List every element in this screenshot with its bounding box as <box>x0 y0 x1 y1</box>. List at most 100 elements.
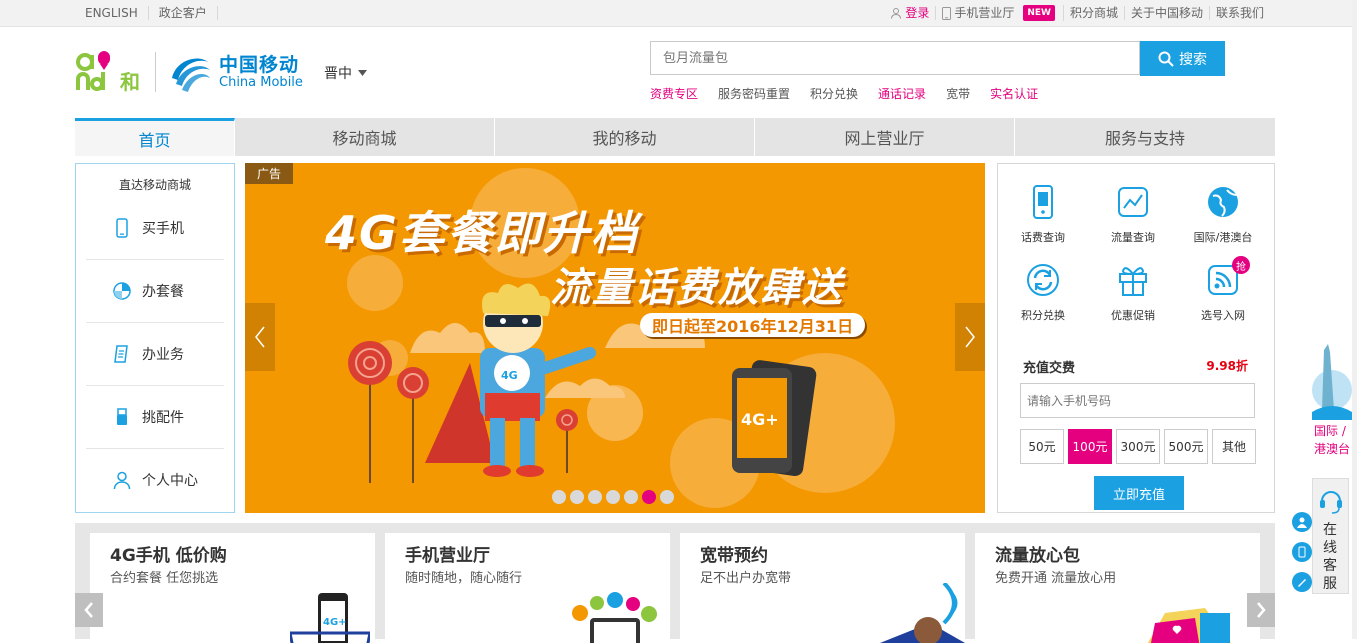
amount-100-selected[interactable]: 100元 <box>1068 429 1112 464</box>
promo-prev-button[interactable] <box>75 593 103 627</box>
recharge-discount: 9.98折 <box>1206 359 1248 373</box>
amount-50[interactable]: 50元 <box>1020 429 1064 464</box>
service-international[interactable]: 国际/港澳台 <box>1178 184 1268 254</box>
banner-dot[interactable] <box>606 490 620 504</box>
hot-link-points-exchange[interactable]: 积分兑换 <box>810 85 858 102</box>
ad-tag: 广告 <box>245 163 293 184</box>
top-bar-right: 登录 手机营业厅 NEW 积分商城 关于中国移动 联系我们 <box>884 0 1270 26</box>
main-nav: 首页 移动商城 我的移动 网上营业厅 服务与支持 <box>75 118 1275 156</box>
banner-dot[interactable] <box>570 490 584 504</box>
exchange-icon <box>1027 264 1059 296</box>
online-customer-service[interactable]: 在线客服 <box>1312 478 1349 594</box>
svg-text:4G: 4G <box>501 369 518 382</box>
international-float-line1: 国际 / <box>1314 424 1346 438</box>
promo-next-button[interactable] <box>1247 593 1275 627</box>
hot-link-password-reset[interactable]: 服务密码重置 <box>718 85 790 102</box>
china-mobile-logo[interactable]: 中国移动 China Mobile <box>168 50 308 94</box>
amount-300[interactable]: 300元 <box>1116 429 1160 464</box>
promo-banner[interactable]: 4G 4G+ 广告 4G套餐即升档 流量话费放肆送 即日起至2016年12月31… <box>245 163 985 513</box>
headset-icon <box>1320 491 1342 514</box>
amount-500[interactable]: 500元 <box>1164 429 1208 464</box>
service-label: 选号入网 <box>1201 309 1245 322</box>
banner-dot[interactable] <box>552 490 566 504</box>
promo-card-traffic-package[interactable]: 流量放心包 免费开通 流量放心用 <box>975 533 1260 643</box>
promo-card-4g-phone[interactable]: 4G手机 低价购 合约套餐 任您挑选 4G+ <box>90 533 375 643</box>
promo-subtitle: 合约套餐 任您挑选 <box>110 571 219 586</box>
promo-title: 4G手机 低价购 <box>110 546 227 566</box>
shortcut-personal-center[interactable]: 个人中心 <box>86 449 224 511</box>
banner-dot-active[interactable] <box>642 490 656 504</box>
logo-divider <box>155 52 156 92</box>
promo-card-mobile-hall[interactable]: 手机营业厅 随时随地，随心随行 <box>385 533 670 643</box>
tab-online-hall[interactable]: 网上营业厅 <box>755 118 1015 156</box>
globe-icon <box>1208 187 1238 217</box>
phone-cart-image: 4G+ <box>290 593 370 643</box>
banner-headline: 4G套餐即升档 <box>325 206 639 260</box>
international-float[interactable]: 国际 / 港澳台 <box>1310 340 1357 460</box>
new-badge: NEW <box>1023 5 1055 21</box>
and-logo[interactable]: 和 <box>76 48 144 94</box>
china-mobile-name-cn: 中国移动 <box>219 54 300 76</box>
app-icons-image <box>572 592 657 643</box>
document-icon <box>114 345 128 363</box>
tab-service-support[interactable]: 服务与支持 <box>1015 118 1275 156</box>
shortcut-plan[interactable]: 办套餐 <box>86 260 224 323</box>
svg-text:4G+: 4G+ <box>741 410 779 429</box>
mobile-hall-link[interactable]: 手机营业厅 NEW <box>936 5 1064 21</box>
banner-next-button[interactable] <box>955 303 985 371</box>
caret-down-icon <box>358 70 367 76</box>
page-scrollbar[interactable] <box>1352 0 1357 639</box>
shortcut-buy-phone[interactable]: 买手机 <box>86 197 224 260</box>
tab-my-mobile[interactable]: 我的移动 <box>495 118 755 156</box>
service-promotions[interactable]: 优惠促销 <box>1088 262 1178 332</box>
hot-link-broadband[interactable]: 宽带 <box>946 85 970 102</box>
phone-number-input[interactable] <box>1021 384 1254 417</box>
svg-text:4G+: 4G+ <box>323 617 347 628</box>
hot-link-tariff[interactable]: 资费专区 <box>650 85 698 102</box>
traffic-package-image <box>1147 608 1232 643</box>
chevron-right-icon <box>1257 602 1266 618</box>
amount-other[interactable]: 其他 <box>1212 429 1256 464</box>
customer-service-label: 在线客服 <box>1323 522 1337 592</box>
hot-link-real-name[interactable]: 实名认证 <box>990 85 1038 102</box>
side-phone-icon[interactable] <box>1292 542 1312 562</box>
recharge-button[interactable]: 立即充值 <box>1094 476 1184 510</box>
shortcut-label: 挑配件 <box>142 410 184 426</box>
service-traffic-query[interactable]: 流量查询 <box>1088 184 1178 254</box>
search-box <box>650 41 1140 75</box>
service-label: 话费查询 <box>1021 231 1065 244</box>
shortcut-accessories[interactable]: 挑配件 <box>86 386 224 449</box>
english-link[interactable]: ENGLISH <box>75 6 149 20</box>
about-link[interactable]: 关于中国移动 <box>1125 6 1210 20</box>
login-link[interactable]: 登录 <box>884 6 937 20</box>
region-selector[interactable]: 晋中 <box>324 63 367 83</box>
banner-dot[interactable] <box>588 490 602 504</box>
service-bill-query[interactable]: 话费查询 <box>998 184 1088 254</box>
region-label: 晋中 <box>324 66 352 82</box>
tab-mall[interactable]: 移动商城 <box>235 118 495 156</box>
mobile-hall-label: 手机营业厅 <box>954 6 1015 20</box>
hot-link-call-records[interactable]: 通话记录 <box>878 85 926 102</box>
points-mall-link[interactable]: 积分商城 <box>1064 6 1125 20</box>
side-icons <box>1292 512 1312 602</box>
banner-dot[interactable] <box>624 490 638 504</box>
promo-card-broadband[interactable]: 宽带预约 足不出户办宽带 <box>680 533 965 643</box>
service-points-exchange[interactable]: 积分兑换 <box>998 262 1088 332</box>
enterprise-link[interactable]: 政企客户 <box>149 6 218 20</box>
contact-link[interactable]: 联系我们 <box>1210 6 1270 20</box>
banner-prev-button[interactable] <box>245 303 275 371</box>
recharge-title: 充值交费 <box>1023 361 1076 376</box>
chevron-left-icon <box>84 602 93 618</box>
search-button[interactable]: 搜索 <box>1140 41 1225 76</box>
search-input[interactable] <box>651 42 1139 74</box>
side-user-icon[interactable] <box>1292 512 1312 532</box>
side-edit-icon[interactable] <box>1292 572 1312 592</box>
promo-subtitle: 免费开通 流量放心用 <box>995 571 1117 586</box>
tab-home[interactable]: 首页 <box>75 118 235 156</box>
shortcut-business[interactable]: 办业务 <box>86 323 224 386</box>
service-select-number[interactable]: 选号入网 抢 <box>1178 256 1268 332</box>
phone-bill-icon <box>1033 185 1053 219</box>
service-label: 优惠促销 <box>1111 309 1155 322</box>
promo-subtitle: 足不出户办宽带 <box>700 571 792 586</box>
banner-dot[interactable] <box>660 490 674 504</box>
